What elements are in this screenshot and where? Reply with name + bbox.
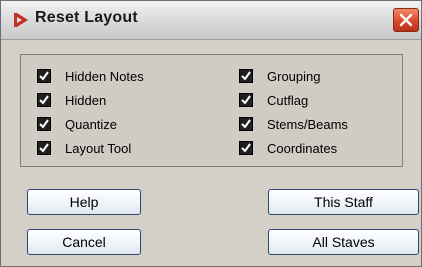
- checkbox-checked-icon: [37, 93, 51, 107]
- checkbox-checked-icon: [239, 93, 253, 107]
- reset-layout-dialog: Reset Layout Hidden Notes Hidden Quantiz…: [0, 0, 422, 267]
- checkbox-label: Grouping: [267, 68, 321, 84]
- checkbox-label: Layout Tool: [65, 140, 132, 156]
- dialog-title: Reset Layout: [35, 9, 138, 26]
- checkbox-quantize[interactable]: Quantize: [37, 115, 117, 133]
- help-button[interactable]: Help: [27, 189, 141, 215]
- checkbox-label: Quantize: [65, 116, 118, 132]
- close-icon: [399, 13, 413, 27]
- checkbox-checked-icon: [239, 117, 253, 131]
- checkbox-checked-icon: [239, 69, 253, 83]
- checkbox-hidden-notes[interactable]: Hidden Notes: [37, 67, 144, 85]
- checkbox-checked-icon: [37, 69, 51, 83]
- this-staff-button[interactable]: This Staff: [268, 189, 419, 215]
- cancel-button[interactable]: Cancel: [27, 229, 141, 255]
- checkbox-checked-icon: [37, 117, 51, 131]
- checkbox-cutflag[interactable]: Cutflag: [239, 91, 308, 109]
- close-button[interactable]: [393, 8, 419, 32]
- checkbox-coordinates[interactable]: Coordinates: [239, 139, 337, 157]
- checkbox-checked-icon: [37, 141, 51, 155]
- all-staves-button[interactable]: All Staves: [268, 229, 419, 255]
- checkbox-label: Hidden: [65, 92, 107, 108]
- checkbox-label: Hidden Notes: [65, 68, 144, 84]
- checkbox-layout-tool[interactable]: Layout Tool: [37, 139, 131, 157]
- checkbox-checked-icon: [239, 141, 253, 155]
- checkbox-label: Cutflag: [267, 92, 309, 108]
- checkbox-stems-beams[interactable]: Stems/Beams: [239, 115, 348, 133]
- checkbox-hidden[interactable]: Hidden: [37, 91, 106, 109]
- checkbox-label: Stems/Beams: [267, 116, 348, 132]
- options-group: Hidden Notes Hidden Quantize Layout Tool…: [20, 54, 403, 167]
- cubase-arrow-icon: [14, 13, 28, 27]
- title-bar[interactable]: Reset Layout: [1, 1, 421, 40]
- checkbox-grouping[interactable]: Grouping: [239, 67, 320, 85]
- checkbox-label: Coordinates: [267, 140, 338, 156]
